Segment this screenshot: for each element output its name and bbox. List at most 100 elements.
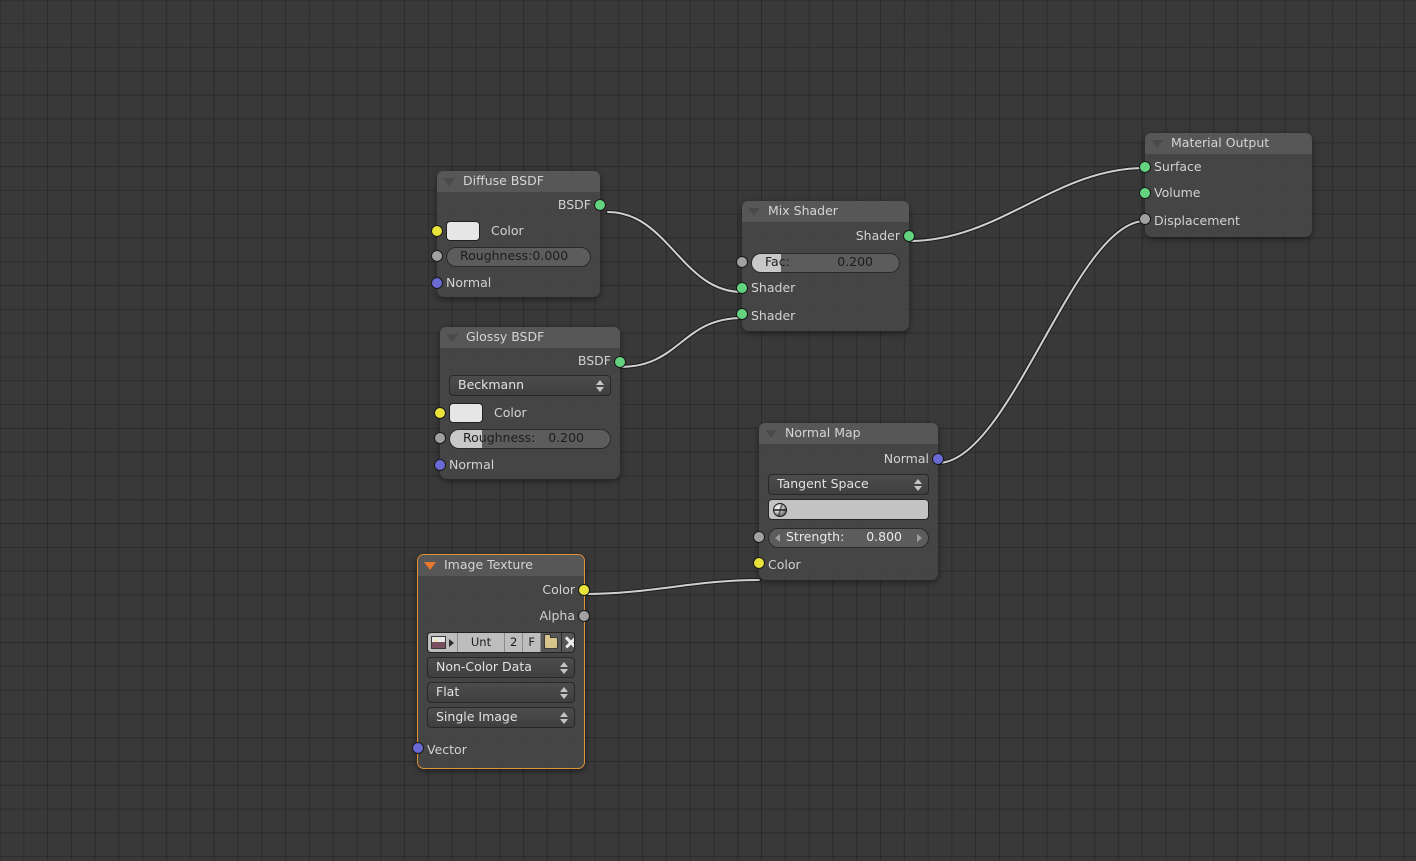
node-body-diffuse: BSDF Color Roughness: 0.000 Normal: [431, 192, 606, 297]
node-title-imagetexture: Image Texture: [444, 557, 533, 573]
input-row-roughness: Roughness: 0.000: [431, 244, 600, 269]
input-label-normal: Normal: [446, 274, 492, 290]
roughness-value: 0.000: [532, 248, 569, 264]
input-label-displacement: Displacement: [1154, 213, 1240, 229]
globe-icon: [773, 502, 787, 517]
distribution-dropdown[interactable]: Beckmann: [449, 375, 611, 396]
socket-output-normal[interactable]: [932, 453, 944, 465]
uv-map-field[interactable]: [768, 499, 929, 520]
collapse-triangle-icon[interactable]: [424, 561, 436, 570]
output-row-bsdf: BSDF: [437, 192, 606, 218]
decrement-arrow-icon[interactable]: [775, 533, 780, 542]
node-title-glossy: Glossy BSDF: [466, 329, 545, 345]
output-row-bsdf: BSDF: [440, 348, 626, 375]
collapse-triangle-icon[interactable]: [765, 429, 777, 438]
socket-input-fac[interactable]: [736, 256, 748, 268]
socket-input-color[interactable]: [434, 407, 446, 419]
new-image-button[interactable]: [540, 633, 562, 652]
socket-input-normal[interactable]: [431, 277, 443, 289]
socket-input-normal[interactable]: [434, 459, 446, 471]
space-dropdown[interactable]: Tangent Space: [768, 474, 929, 495]
collapse-triangle-icon[interactable]: [748, 207, 760, 216]
socket-input-roughness[interactable]: [434, 432, 446, 444]
node-diffuse-bsdf[interactable]: Diffuse BSDF BSDF Color Roughness: 0.000: [431, 171, 606, 297]
node-normal-map[interactable]: Normal Map Normal Tangent Space Strength…: [753, 423, 944, 580]
node-mix-shader[interactable]: Mix Shader Shader Fac: 0.200 Shader Shad…: [736, 201, 915, 331]
output-label-bsdf: BSDF: [557, 196, 591, 212]
socket-input-color[interactable]: [753, 557, 765, 569]
link-normalmap-to-displacement: [937, 220, 1146, 464]
roughness-slider-glossy[interactable]: Roughness: 0.200: [449, 428, 611, 449]
socket-input-volume[interactable]: [1139, 187, 1151, 199]
source-wrap: Single Image: [418, 707, 584, 732]
socket-output-color[interactable]: [578, 584, 590, 596]
extension-dropdown[interactable]: Flat: [427, 682, 575, 703]
input-row-shader-1: Shader: [736, 275, 909, 301]
socket-input-shader-1[interactable]: [736, 282, 748, 294]
node-body-glossy: BSDF Beckmann Color Roughness: 0.200 Nor…: [434, 348, 626, 479]
node-header-normalmap[interactable]: Normal Map: [759, 423, 938, 444]
socket-input-color[interactable]: [431, 225, 443, 237]
input-row-normal: Normal: [434, 451, 620, 479]
chevron-updown-icon: [560, 661, 568, 674]
uvmap-wrap: [759, 499, 938, 525]
node-glossy-bsdf[interactable]: Glossy BSDF BSDF Beckmann Color Roughnes…: [434, 327, 626, 479]
socket-input-vector[interactable]: [412, 742, 424, 754]
input-row-volume: Volume: [1139, 180, 1312, 206]
collapse-triangle-icon[interactable]: [443, 177, 455, 186]
fac-slider[interactable]: Fac: 0.200: [751, 252, 900, 273]
node-header-imagetexture[interactable]: Image Texture: [418, 555, 584, 576]
node-material-output[interactable]: Material Output Surface Volume Displacem…: [1139, 133, 1312, 237]
collapse-triangle-icon[interactable]: [1151, 139, 1163, 148]
color-swatch-glossy[interactable]: [449, 403, 483, 423]
output-label-color: Color: [542, 581, 575, 597]
node-header-mixshader[interactable]: Mix Shader: [742, 201, 909, 222]
image-name-field[interactable]: Unt: [458, 633, 505, 652]
roughness-slider-diffuse[interactable]: Roughness: 0.000: [446, 246, 591, 267]
output-row-normal: Normal: [759, 444, 944, 474]
image-datablock-row[interactable]: Unt 2 F: [427, 632, 575, 653]
image-users-count[interactable]: 2: [505, 633, 524, 652]
node-header-glossy[interactable]: Glossy BSDF: [440, 327, 620, 348]
link-imagetexture-to-normalmap: [584, 579, 760, 595]
socket-output-shader[interactable]: [903, 230, 915, 242]
node-header-materialoutput[interactable]: Material Output: [1145, 133, 1312, 154]
node-links-layer: [583, 166, 1147, 596]
collapse-triangle-icon[interactable]: [446, 333, 458, 342]
distribution-value: Beckmann: [458, 379, 525, 392]
input-row-roughness: Roughness: 0.200: [434, 426, 620, 451]
socket-input-strength[interactable]: [753, 531, 765, 543]
chevron-updown-icon: [596, 379, 604, 392]
socket-output-bsdf[interactable]: [594, 199, 606, 211]
socket-input-roughness[interactable]: [431, 250, 443, 262]
node-header-diffuse[interactable]: Diffuse BSDF: [437, 171, 600, 192]
socket-input-displacement[interactable]: [1139, 213, 1151, 225]
socket-input-shader-2[interactable]: [736, 308, 748, 320]
shader-node-editor-canvas[interactable]: Diffuse BSDF BSDF Color Roughness: 0.000: [0, 0, 1416, 861]
socket-output-alpha[interactable]: [578, 610, 590, 622]
source-value: Single Image: [436, 711, 518, 724]
node-body-materialoutput: Surface Volume Displacement: [1139, 154, 1312, 237]
color-space-dropdown[interactable]: Non-Color Data: [427, 657, 575, 678]
input-row-color: Color: [431, 218, 600, 244]
node-title-materialoutput: Material Output: [1171, 135, 1270, 151]
output-label-normal: Normal: [883, 450, 929, 466]
image-fake-user-toggle[interactable]: F: [523, 633, 541, 652]
unlink-image-button[interactable]: [561, 633, 574, 652]
image-icon-cell[interactable]: [428, 633, 458, 652]
output-row-color: Color: [418, 576, 590, 604]
socket-input-surface[interactable]: [1139, 161, 1151, 173]
source-dropdown[interactable]: Single Image: [427, 707, 575, 728]
strength-slider[interactable]: Strength: 0.800: [768, 527, 929, 548]
input-row-shader-2: Shader: [736, 301, 909, 331]
socket-output-bsdf[interactable]: [614, 356, 626, 368]
node-image-texture[interactable]: Image Texture Color Alpha Unt 2 F Non-Co…: [412, 554, 590, 769]
increment-arrow-icon[interactable]: [917, 533, 922, 542]
output-label-alpha: Alpha: [539, 608, 575, 624]
input-row-displacement: Displacement: [1139, 206, 1312, 237]
node-body-mixshader: Shader Fac: 0.200 Shader Shader: [736, 222, 915, 331]
input-row-vector: Vector: [412, 732, 584, 768]
link-mixshader-to-surface: [908, 167, 1146, 242]
extension-value: Flat: [436, 686, 460, 699]
color-swatch-diffuse[interactable]: [446, 221, 480, 241]
